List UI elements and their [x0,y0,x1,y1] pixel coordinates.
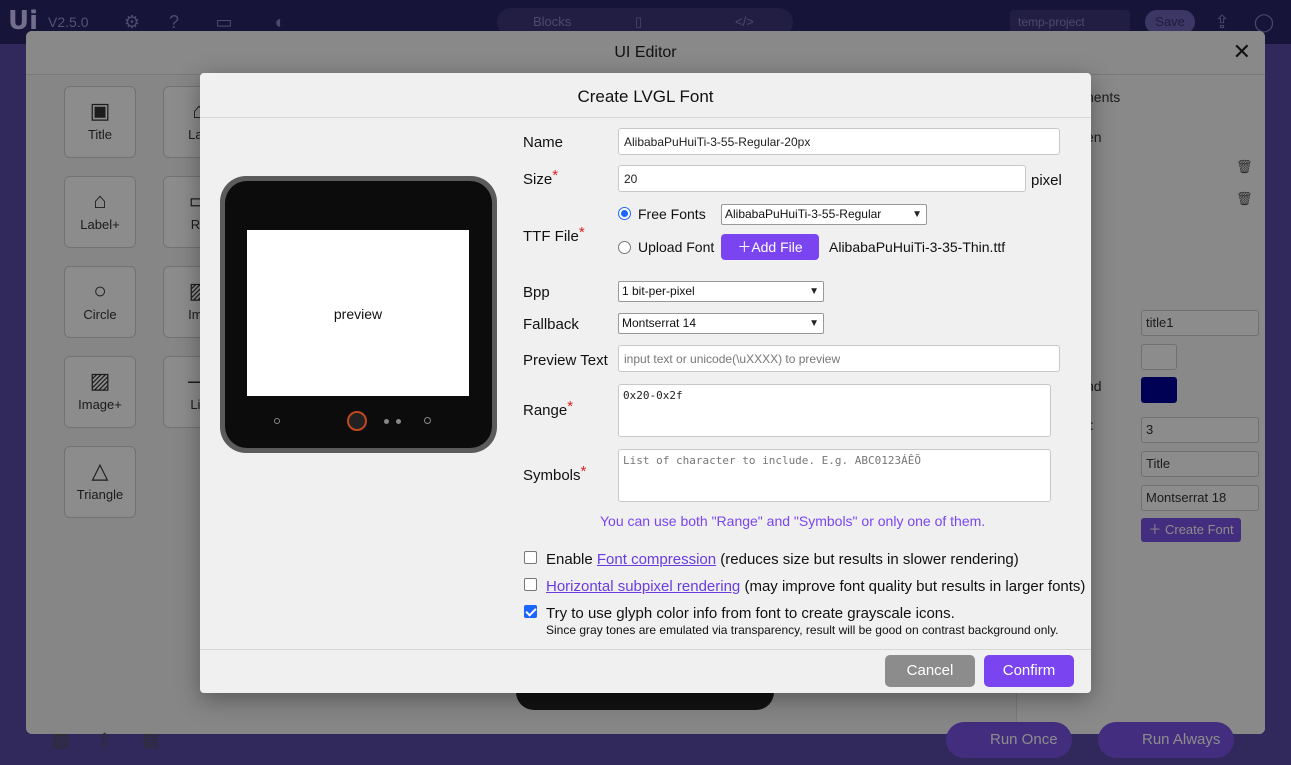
bpp-select[interactable]: 1 bit-per-pixel ▼ [618,281,824,302]
device-led-icon [274,418,280,424]
size-label: Size* [523,167,558,188]
font-compression-prefix: Enable [546,551,593,568]
required-mark: * [567,398,574,415]
cancel-button[interactable]: Cancel [885,655,975,687]
plus-icon: ＋ [737,239,752,255]
range-textarea[interactable] [618,384,1051,437]
range-label: Range* [523,398,573,419]
glyph-color-checkbox[interactable] [524,605,537,618]
preview-text-input[interactable] [618,345,1060,372]
name-label: Name [523,134,564,151]
range-symbols-hint: You can use both "Range" and "Symbols" o… [600,513,986,529]
create-font-dialog: Create LVGL Font preview Name Size* pixe… [200,73,1091,693]
fallback-select[interactable]: Montserrat 14 ▼ [618,313,824,334]
subpixel-rendering-link[interactable]: Horizontal subpixel rendering [546,578,740,595]
size-label-text: Size [523,171,553,188]
uploaded-file-name: AlibabaPuHuiTi-3-35-Thin.ttf [829,239,1006,255]
fallback-selected: Montserrat 14 [622,316,697,330]
chevron-down-icon: ▼ [809,286,819,297]
symbols-textarea[interactable] [618,449,1051,502]
font-size-input[interactable] [618,165,1026,192]
bpp-selected: 1 bit-per-pixel [622,284,695,298]
symbols-label-text: Symbols [523,467,581,484]
chevron-down-icon: ▼ [912,209,922,220]
symbols-label: Symbols* [523,463,586,484]
ttf-file-label: TTF File* [523,224,585,245]
subpixel-rendering-option: Horizontal subpixel rendering (may impro… [546,578,1085,595]
device-dot-icon [384,419,389,424]
font-compression-suffix: (reduces size but results in slower rend… [720,551,1019,568]
free-fonts-radio[interactable] [618,207,631,220]
device-led-icon [424,417,431,424]
free-fonts-label: Free Fonts [638,206,706,222]
upload-font-label: Upload Font [638,239,715,255]
required-mark: * [580,463,587,480]
free-fonts-selected: AlibabaPuHuiTi-3-55-Regular [725,207,882,221]
add-file-button[interactable]: ＋Add File [721,234,819,260]
device-camera-icon [347,411,367,431]
preview-text: preview [333,306,383,322]
dialog-title: Create LVGL Font [577,87,714,106]
dialog-header: Create LVGL Font [200,73,1091,118]
fallback-label: Fallback [523,316,579,333]
device-dot-icon [396,419,401,424]
ttf-file-label-text: TTF File [523,228,579,245]
required-mark: * [552,167,559,184]
font-compression-checkbox[interactable] [524,551,537,564]
preview-text-label: Preview Text [523,352,608,369]
subpixel-rendering-suffix: (may improve font quality but results in… [744,578,1086,595]
preview-screen: preview [247,230,469,396]
chevron-down-icon: ▼ [809,318,819,329]
upload-font-radio[interactable] [618,241,631,254]
confirm-button[interactable]: Confirm [984,655,1074,687]
free-fonts-select[interactable]: AlibabaPuHuiTi-3-55-Regular ▼ [721,204,927,225]
glyph-color-option: Try to use glyph color info from font to… [546,605,955,622]
size-unit: pixel [1031,172,1062,189]
bpp-label: Bpp [523,284,550,301]
font-compression-link[interactable]: Font compression [597,551,716,568]
required-mark: * [578,224,585,241]
subpixel-rendering-checkbox[interactable] [524,578,537,591]
range-label-text: Range [523,402,568,419]
font-name-input[interactable] [618,128,1060,155]
add-file-label: Add File [751,239,803,255]
glyph-color-note: Since gray tones are emulated via transp… [546,623,1059,637]
font-compression-option: Enable Font compression (reduces size bu… [546,551,1019,568]
